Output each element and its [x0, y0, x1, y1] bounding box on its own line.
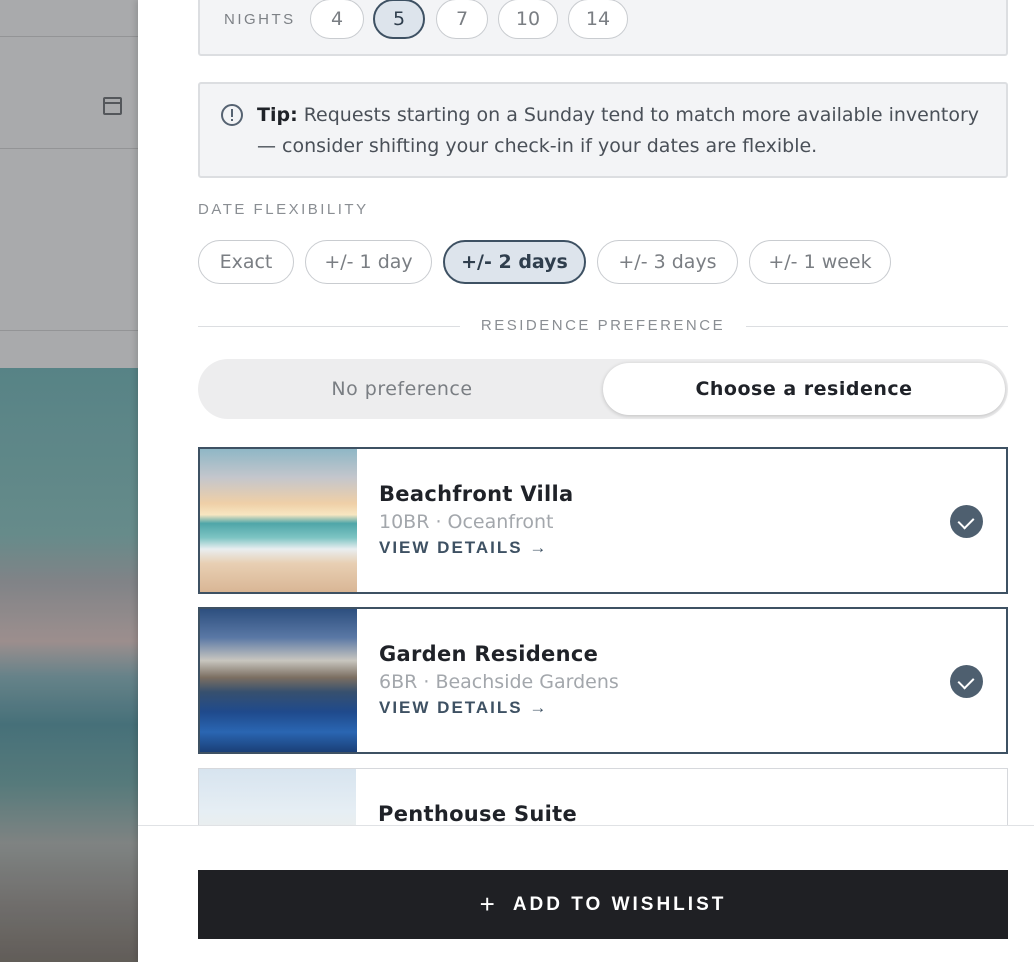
- background-beach-image: [0, 368, 138, 962]
- add-to-wishlist-label: ADD TO WISHLIST: [512, 893, 727, 915]
- plus-icon: +: [479, 889, 495, 919]
- date-flexibility-label: DATE FLEXIBILITY: [198, 201, 369, 218]
- residence-title: Beachfront Villa: [379, 482, 574, 506]
- background-field: [0, 0, 138, 37]
- flex-option-1-day[interactable]: +/- 1 day: [305, 240, 432, 284]
- check-icon[interactable]: [950, 505, 983, 538]
- residence-title: Penthouse Suite: [378, 802, 578, 826]
- residence-details: 6BR · Beachside Gardens: [379, 671, 619, 693]
- residence-title: Garden Residence: [379, 642, 599, 666]
- add-to-wishlist-button[interactable]: + ADD TO WISHLIST: [198, 870, 1008, 939]
- nights-option-7[interactable]: 7: [436, 0, 488, 39]
- wishlist-panel: NIGHTS 4 5 7 10 14 Tip: Requests startin…: [138, 0, 1034, 962]
- nights-selector: NIGHTS 4 5 7 10 14: [198, 0, 1008, 56]
- view-details-link[interactable]: VIEW DETAILS →: [379, 538, 548, 558]
- residence-photo: [200, 609, 357, 752]
- info-icon: [221, 104, 243, 126]
- nights-option-4[interactable]: 4: [310, 0, 364, 39]
- residence-details: 10BR · Oceanfront: [379, 511, 554, 533]
- background-field: [0, 149, 138, 331]
- nights-label: NIGHTS: [224, 11, 296, 28]
- residence-photo: [200, 449, 357, 592]
- flex-option-exact[interactable]: Exact: [198, 240, 294, 284]
- flex-option-3-days[interactable]: +/- 3 days: [597, 240, 738, 284]
- view-details-link[interactable]: VIEW DETAILS →: [379, 698, 548, 718]
- flex-option-1-week[interactable]: +/- 1 week: [749, 240, 891, 284]
- no-preference-option[interactable]: No preference: [202, 363, 602, 415]
- choose-residence-option[interactable]: Choose a residence: [603, 363, 1005, 415]
- nights-option-14[interactable]: 14: [568, 0, 628, 39]
- panel-footer: + ADD TO WISHLIST: [138, 825, 1034, 962]
- tip-label: Tip:: [257, 104, 298, 126]
- calendar-icon: [103, 97, 122, 115]
- check-icon[interactable]: [950, 665, 983, 698]
- residence-preference-toggle: No preference Choose a residence: [198, 359, 1008, 419]
- tip-box: Tip: Requests starting on a Sunday tend …: [198, 82, 1008, 178]
- residence-card-garden-residence[interactable]: Garden Residence 6BR · Beachside Gardens…: [198, 607, 1008, 754]
- residence-card-beachfront-villa[interactable]: Beachfront Villa 10BR · Oceanfront VIEW …: [198, 447, 1008, 594]
- divider-right: [746, 326, 1008, 327]
- background-page: [0, 0, 138, 962]
- nights-option-10[interactable]: 10: [498, 0, 558, 39]
- tip-message: Requests starting on a Sunday tend to ma…: [257, 104, 980, 157]
- flex-option-2-days[interactable]: +/- 2 days: [443, 240, 586, 284]
- background-date-field: [0, 37, 138, 149]
- tip-text: Tip: Requests starting on a Sunday tend …: [257, 100, 997, 162]
- nights-option-5[interactable]: 5: [373, 0, 425, 39]
